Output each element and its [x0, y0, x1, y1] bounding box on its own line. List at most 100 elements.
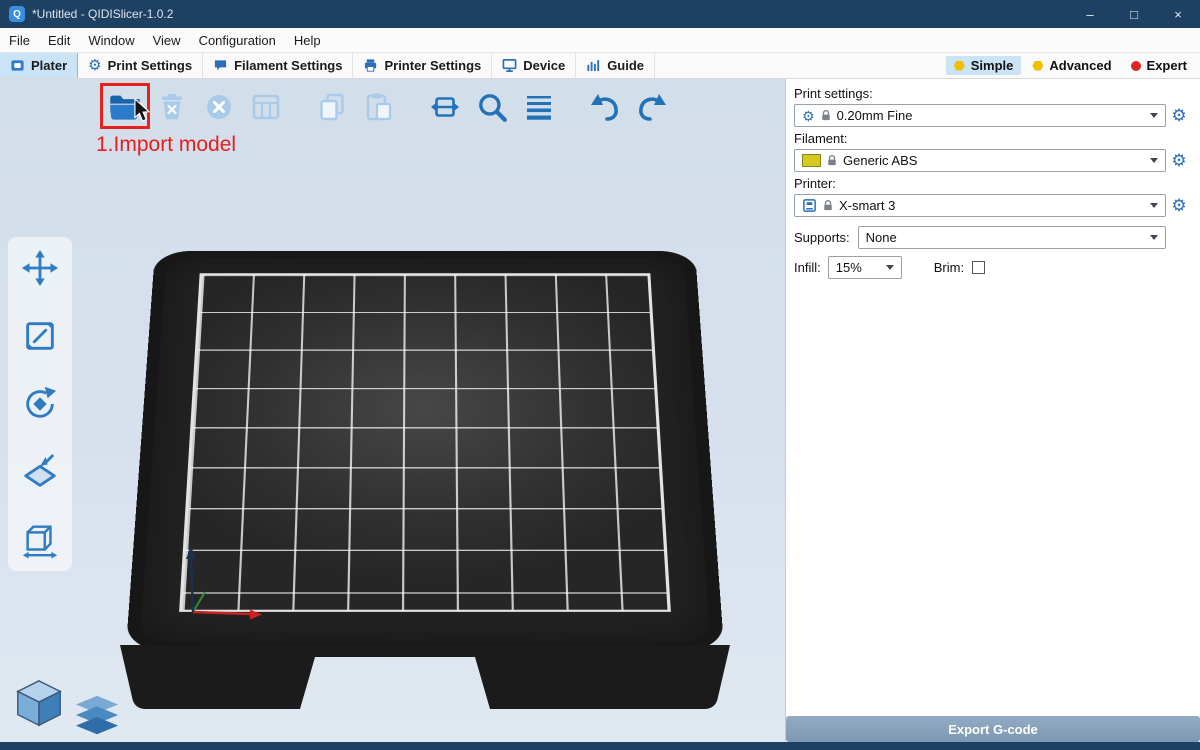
settings-sidebar: Print settings: ⚙ 0.20mm Fine ⚙ Filament…	[785, 79, 1200, 742]
filament-icon	[213, 58, 228, 73]
annotation-text: 1.Import model	[96, 133, 236, 157]
delete-all-icon	[204, 92, 234, 122]
delete-button[interactable]	[151, 87, 193, 127]
brim-label: Brim:	[934, 260, 964, 275]
window-title: *Untitled - QIDISlicer-1.0.2	[32, 7, 173, 21]
chevron-down-icon	[1150, 158, 1158, 163]
simple-mode-icon	[954, 61, 965, 71]
minimize-button[interactable]: –	[1068, 0, 1112, 28]
paste-icon	[364, 92, 394, 122]
mode-simple[interactable]: Simple	[946, 56, 1022, 75]
move-button[interactable]	[20, 249, 60, 287]
plater-icon	[10, 58, 25, 73]
measure-button[interactable]	[20, 521, 60, 559]
filament-color-swatch	[802, 154, 821, 167]
viewport-toolbar	[104, 87, 678, 127]
rotate-button[interactable]	[20, 385, 60, 423]
copy-button[interactable]	[311, 87, 353, 127]
window-controls: – □ ×	[1068, 0, 1200, 28]
place-on-face-icon	[21, 453, 59, 491]
gear-icon: ⚙	[88, 58, 101, 73]
menu-file[interactable]: File	[0, 33, 39, 48]
tab-guide[interactable]: Guide	[576, 53, 655, 78]
copy-icon	[317, 92, 347, 122]
close-button[interactable]: ×	[1156, 0, 1200, 28]
measure-icon	[21, 521, 59, 559]
move-icon	[21, 249, 59, 287]
tab-printer-settings[interactable]: Printer Settings	[353, 53, 492, 78]
gizmo-toolbar	[8, 237, 72, 571]
printer-combo[interactable]: X-smart 3	[794, 194, 1166, 217]
menu-configuration[interactable]: Configuration	[190, 33, 285, 48]
layers-preview-button[interactable]	[74, 695, 120, 742]
menu-window[interactable]: Window	[79, 33, 143, 48]
plater-viewport[interactable]: 1.Import model	[0, 79, 785, 742]
print-settings-gear-button[interactable]: ⚙	[1166, 106, 1192, 126]
mode-expert[interactable]: Expert	[1123, 56, 1195, 75]
print-settings-combo[interactable]: ⚙ 0.20mm Fine	[794, 104, 1166, 127]
trash-icon	[157, 92, 187, 122]
axes-indicator	[155, 534, 275, 624]
menu-edit[interactable]: Edit	[39, 33, 79, 48]
mode-advanced[interactable]: Advanced	[1024, 56, 1119, 75]
filament-gear-button[interactable]: ⚙	[1166, 151, 1192, 171]
scale-icon	[21, 317, 59, 355]
scale-button[interactable]	[20, 317, 60, 355]
place-on-face-button[interactable]	[20, 453, 60, 491]
lock-icon	[821, 109, 831, 122]
supports-combo[interactable]: None	[858, 226, 1166, 249]
printer-icon	[363, 58, 378, 73]
variable-layer-height-button[interactable]	[518, 87, 560, 127]
supports-label: Supports:	[794, 230, 850, 245]
menu-view[interactable]: View	[144, 33, 190, 48]
tabbar: Plater ⚙ Print Settings Filament Setting…	[0, 53, 1200, 79]
split-objects-button[interactable]	[424, 87, 466, 127]
guide-icon	[586, 58, 601, 73]
bed-front-face	[118, 645, 732, 713]
infill-label: Infill:	[794, 260, 821, 275]
printer-label: Printer:	[794, 176, 1192, 191]
titlebar: Q *Untitled - QIDISlicer-1.0.2 – □ ×	[0, 0, 1200, 28]
paste-button[interactable]	[358, 87, 400, 127]
export-gcode-button[interactable]: Export G-code	[786, 716, 1200, 742]
printer-gear-button[interactable]: ⚙	[1166, 196, 1192, 216]
tab-filament-settings[interactable]: Filament Settings	[203, 53, 353, 78]
3d-view-cube-icon	[12, 677, 66, 731]
print-settings-label: Print settings:	[794, 86, 1192, 101]
3d-editor-view-button[interactable]	[12, 677, 66, 736]
redo-button[interactable]	[631, 87, 673, 127]
chevron-down-icon	[1150, 203, 1158, 208]
undo-button[interactable]	[584, 87, 626, 127]
menu-help[interactable]: Help	[285, 33, 330, 48]
tab-print-settings[interactable]: ⚙ Print Settings	[78, 53, 203, 78]
filament-combo[interactable]: Generic ABS	[794, 149, 1166, 172]
tab-device[interactable]: Device	[492, 53, 576, 78]
arrange-grid-icon	[251, 92, 281, 122]
main-area: 1.Import model	[0, 79, 1200, 742]
cursor-icon	[131, 99, 153, 123]
infill-combo[interactable]: 15%	[828, 256, 902, 279]
lock-icon	[827, 154, 837, 167]
rotate-icon	[21, 385, 59, 423]
chevron-down-icon	[1150, 235, 1158, 240]
filament-label: Filament:	[794, 131, 1192, 146]
chevron-down-icon	[1150, 113, 1158, 118]
search-icon	[476, 91, 508, 123]
delete-all-button[interactable]	[198, 87, 240, 127]
variable-layer-height-icon	[524, 92, 554, 122]
mode-switcher: Simple Advanced Expert	[946, 53, 1200, 78]
menubar: File Edit Window View Configuration Help	[0, 28, 1200, 53]
gear-icon: ⚙	[802, 109, 815, 123]
search-button[interactable]	[471, 87, 513, 127]
printer-icon	[802, 198, 817, 213]
expert-mode-icon	[1131, 61, 1141, 71]
brim-checkbox[interactable]	[972, 261, 985, 274]
chevron-down-icon	[886, 265, 894, 270]
advanced-mode-icon	[1032, 61, 1043, 71]
arrange-button[interactable]	[245, 87, 287, 127]
tab-plater[interactable]: Plater	[0, 53, 78, 78]
layers-icon	[74, 695, 120, 737]
maximize-button[interactable]: □	[1112, 0, 1156, 28]
split-objects-icon	[430, 92, 460, 122]
undo-icon	[588, 92, 622, 122]
